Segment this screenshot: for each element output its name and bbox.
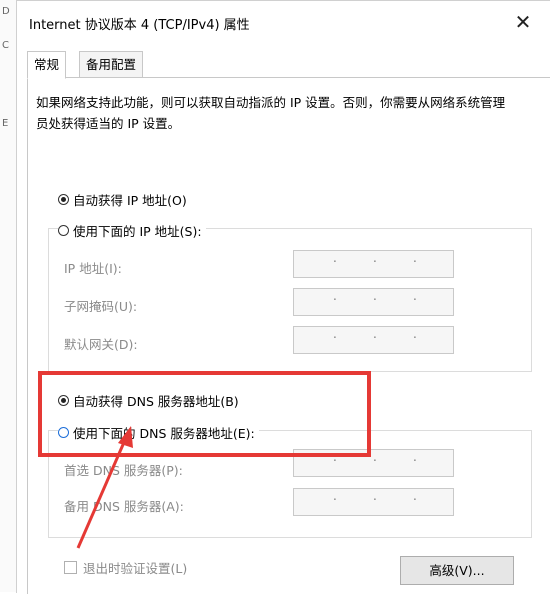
title-bar: Internet 协议版本 4 (TCP/IPv4) 属性 ✕ (17, 1, 550, 41)
checkbox-box (64, 561, 77, 574)
radio-auto-dns-label: 自动获得 DNS 服务器地址(B) (73, 394, 239, 409)
tab-alternate-config[interactable]: 备用配置 (79, 51, 144, 78)
alternate-dns-label: 备用 DNS 服务器(A): (64, 499, 184, 514)
ip-address-input[interactable] (293, 250, 454, 278)
validate-settings-label: 退出时验证设置(L) (83, 561, 188, 576)
radio-manual-dns[interactable]: 使用下面的 DNS 服务器地址(E): (58, 423, 259, 442)
general-tab-panel: 如果网络支持此功能，则可以获取自动指派的 IP 设置。否则，你需要从网络系统管理… (27, 77, 550, 594)
tab-general[interactable]: 常规 (27, 51, 67, 79)
validate-settings-checkbox[interactable]: 退出时验证设置(L) (64, 558, 187, 577)
radio-auto-ip-label: 自动获得 IP 地址(O) (73, 193, 187, 208)
dialog-title: Internet 协议版本 4 (TCP/IPv4) 属性 (29, 18, 250, 33)
tcpip-properties-dialog: Internet 协议版本 4 (TCP/IPv4) 属性 ✕ 常规 备用配置 … (16, 0, 550, 594)
preferred-dns-input[interactable] (293, 449, 454, 477)
default-gateway-label: 默认网关(D): (64, 337, 138, 352)
close-icon[interactable]: ✕ (510, 11, 536, 33)
radio-unselected-icon (58, 427, 69, 438)
description-text: 如果网络支持此功能，则可以获取自动指派的 IP 设置。否则，你需要从网络系统管理… (36, 95, 506, 131)
radio-manual-ip-label: 使用下面的 IP 地址(S): (73, 224, 202, 239)
advanced-button[interactable]: 高级(V)... (400, 556, 514, 585)
alternate-dns-input[interactable] (293, 488, 454, 516)
radio-selected-icon (58, 194, 69, 205)
radio-unselected-icon (58, 225, 69, 236)
subnet-mask-label: 子网掩码(U): (64, 299, 138, 314)
radio-selected-icon (58, 395, 69, 406)
subnet-mask-input[interactable] (293, 288, 454, 316)
radio-manual-dns-label: 使用下面的 DNS 服务器地址(E): (73, 426, 255, 441)
radio-auto-dns[interactable]: 自动获得 DNS 服务器地址(B) (58, 391, 239, 410)
dns-server-group (48, 430, 532, 538)
radio-manual-ip[interactable]: 使用下面的 IP 地址(S): (58, 221, 206, 240)
preferred-dns-label: 首选 DNS 服务器(P): (64, 463, 183, 478)
radio-auto-ip[interactable]: 自动获得 IP 地址(O) (58, 190, 187, 209)
ip-address-label: IP 地址(I): (64, 261, 122, 276)
default-gateway-input[interactable] (293, 326, 454, 354)
